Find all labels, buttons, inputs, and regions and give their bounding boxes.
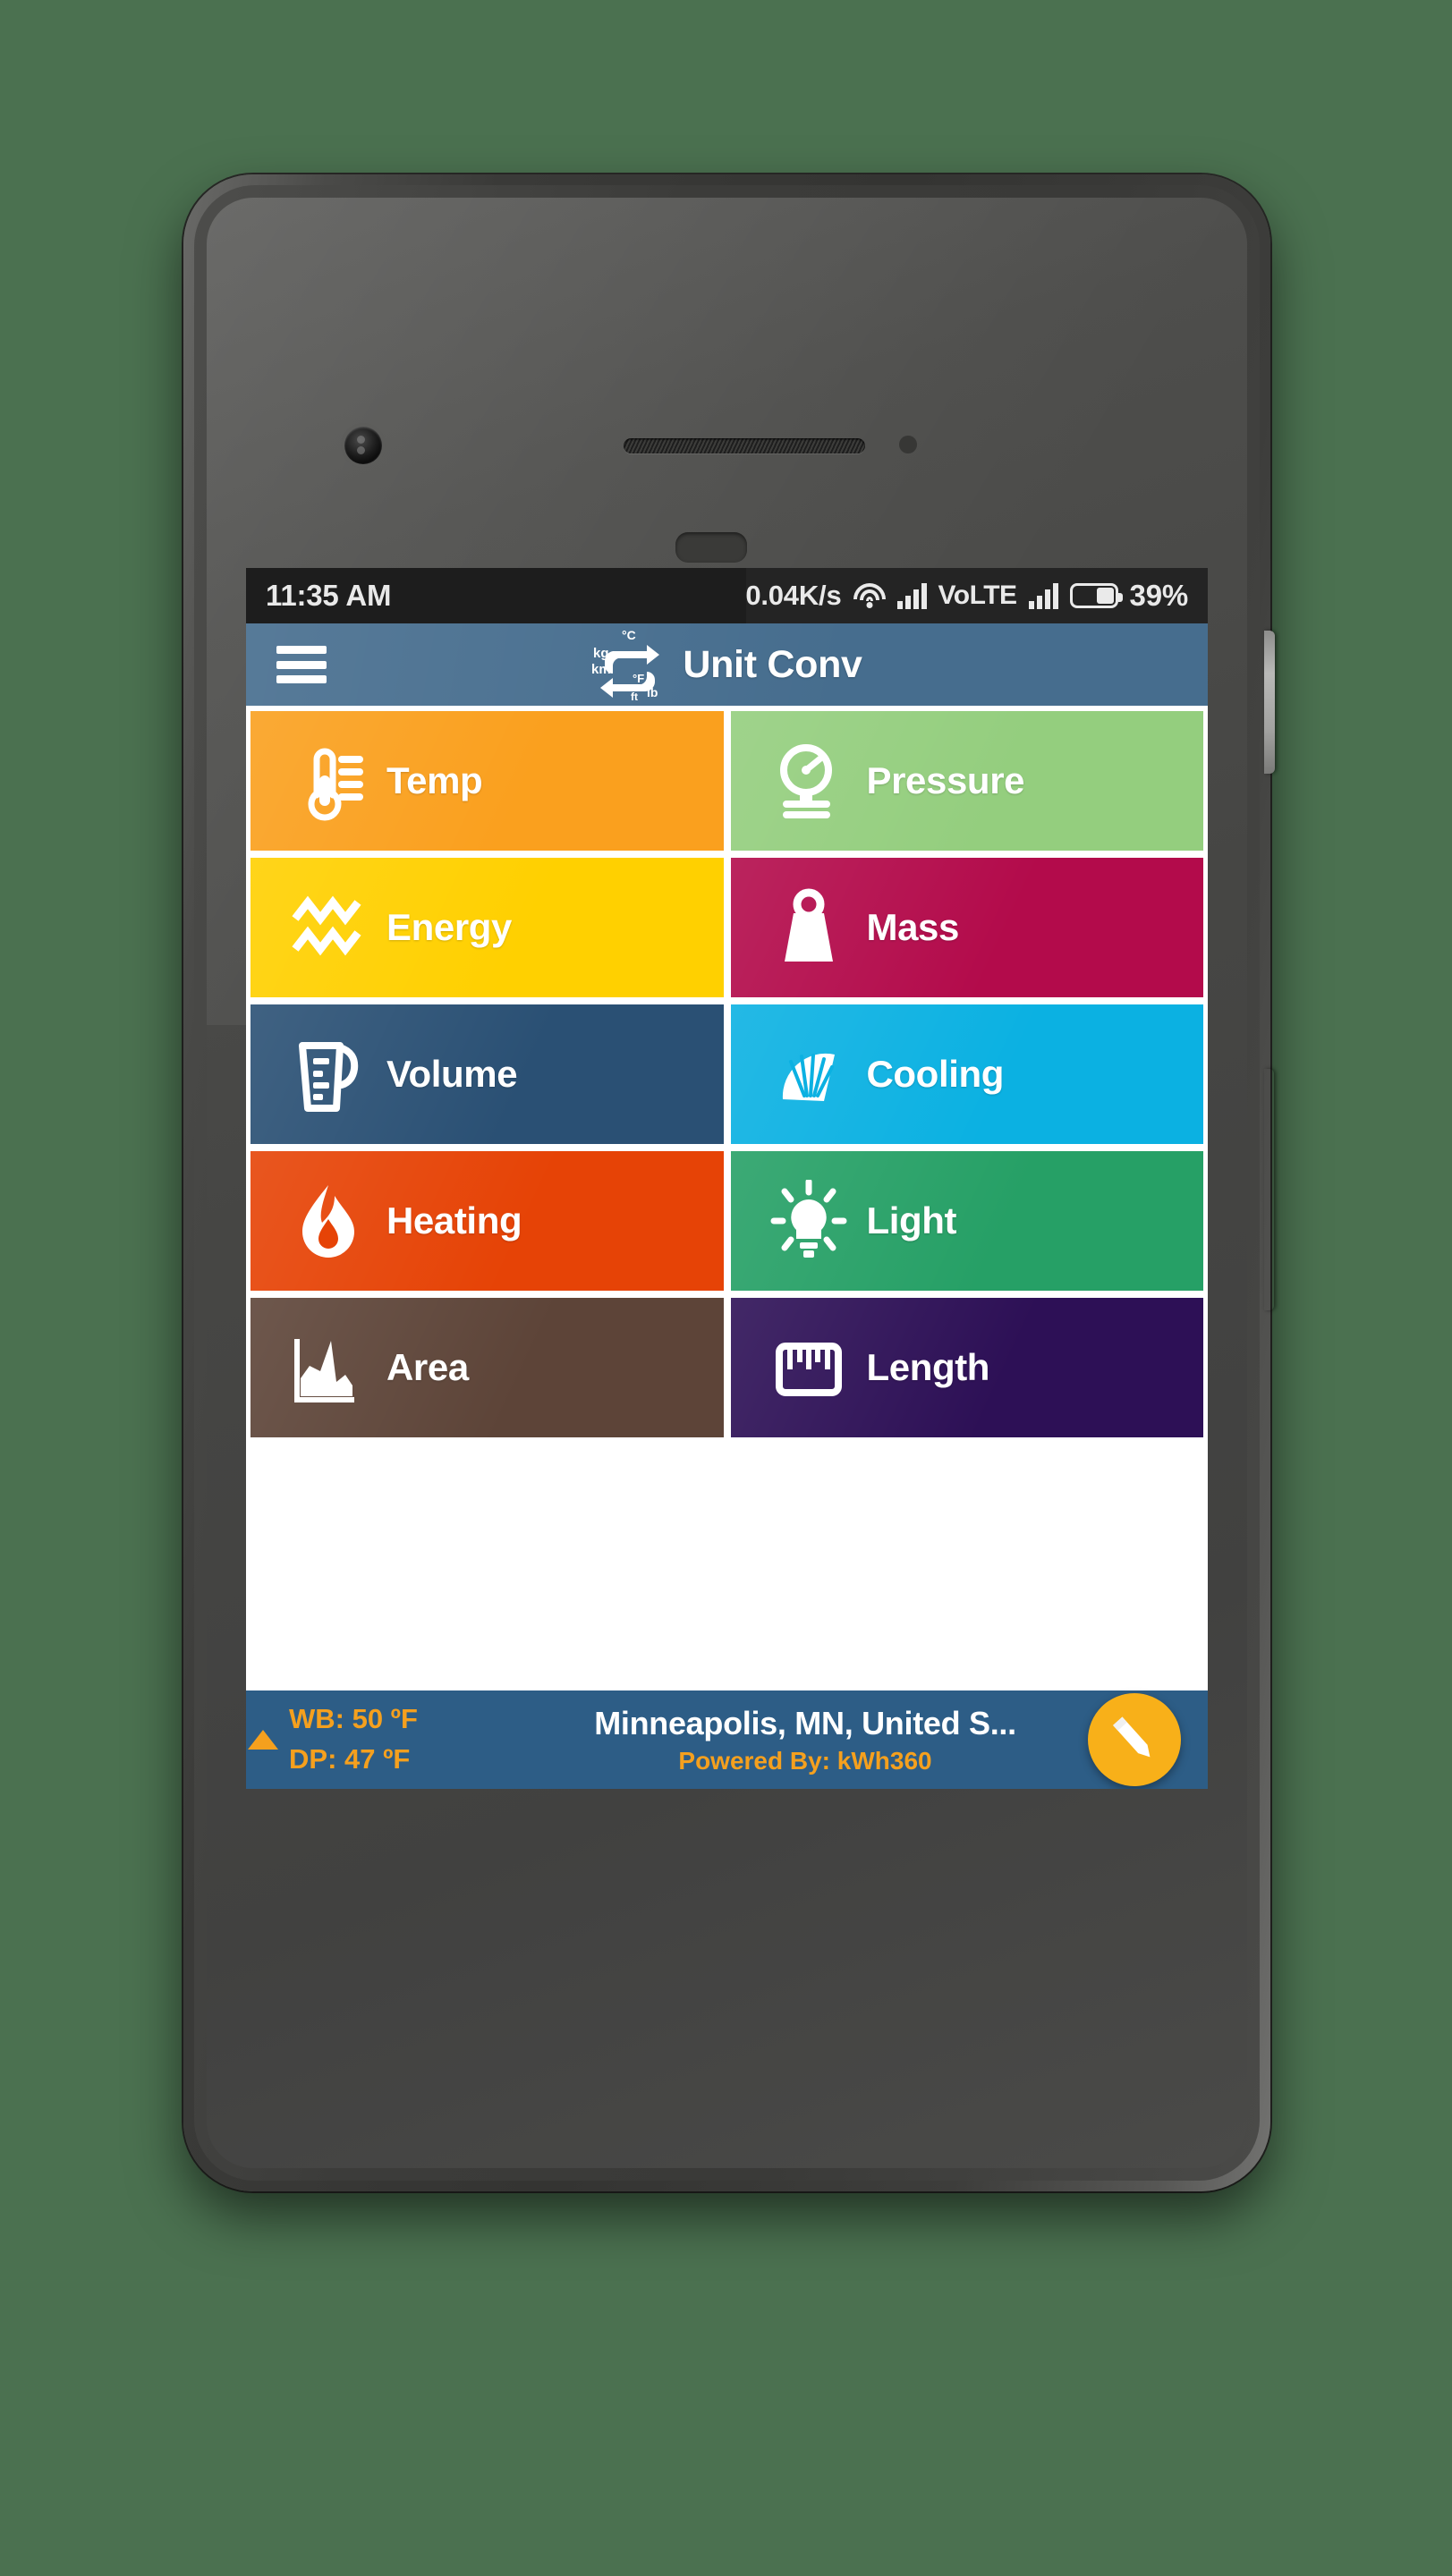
flame-icon bbox=[290, 1180, 367, 1262]
unit-conversion-logo-icon: °C kg km °F lb ft bbox=[591, 627, 668, 703]
status-bar-indicators: 0.04K/s VoLTE 39% bbox=[745, 579, 1188, 613]
status-bar-time: 11:35 AM bbox=[266, 579, 392, 612]
tile-label: Length bbox=[866, 1346, 990, 1388]
edit-pencil-icon[interactable] bbox=[1088, 1693, 1181, 1786]
ruler-icon bbox=[770, 1326, 847, 1409]
tile-label: Light bbox=[866, 1199, 957, 1241]
svg-text:°C: °C bbox=[622, 628, 636, 642]
category-grid: Temp Pressure Energy Mass Volume Cooling… bbox=[246, 706, 1208, 1437]
svg-text:lb: lb bbox=[647, 685, 658, 699]
weather-bar: WB: 50 ºF DP: 47 ºF Minneapolis, MN, Uni… bbox=[246, 1690, 1208, 1789]
phone-screen: 11:35 AM 0.04K/s VoLTE 39% °C kg km °F l… bbox=[246, 568, 1208, 1789]
tile-heating[interactable]: Heating bbox=[250, 1151, 724, 1291]
network-speed-label: 0.04K/s bbox=[745, 580, 842, 611]
fan-icon bbox=[770, 1033, 847, 1115]
volume-rocker[interactable] bbox=[1264, 1069, 1274, 1310]
status-bar: 11:35 AM 0.04K/s VoLTE 39% bbox=[246, 568, 1208, 623]
measuring-cup-icon bbox=[290, 1033, 367, 1115]
powered-by-label: Powered By: kWh360 bbox=[678, 1746, 932, 1775]
tile-mass[interactable]: Mass bbox=[730, 858, 1203, 997]
svg-text:kg: kg bbox=[593, 646, 609, 661]
weather-readings: WB: 50 ºF DP: 47 ºF bbox=[259, 1699, 451, 1780]
volte-label: VoLTE bbox=[938, 580, 1018, 610]
thermometer-icon bbox=[290, 740, 367, 822]
tile-label: Heating bbox=[386, 1199, 522, 1241]
svg-text:ft: ft bbox=[631, 691, 638, 702]
tile-length[interactable]: Length bbox=[730, 1298, 1203, 1437]
tile-label: Pressure bbox=[866, 759, 1025, 801]
battery-percent-label: 39% bbox=[1129, 579, 1189, 612]
svg-text:°F: °F bbox=[633, 672, 644, 685]
tile-pressure[interactable]: Pressure bbox=[730, 711, 1203, 851]
wifi-icon bbox=[853, 583, 886, 608]
wet-bulb-label: WB: 50 ºF bbox=[289, 1703, 418, 1735]
tile-label: Energy bbox=[386, 906, 512, 948]
speaker-icon bbox=[624, 438, 865, 453]
tile-cooling[interactable]: Cooling bbox=[730, 1004, 1203, 1144]
gauge-icon bbox=[770, 740, 847, 822]
power-button[interactable] bbox=[1264, 631, 1275, 774]
app-brand: °C kg km °F lb ft Unit Conv bbox=[246, 623, 1208, 706]
tile-temp[interactable]: Temp bbox=[250, 711, 724, 851]
hamburger-menu-icon[interactable] bbox=[276, 646, 327, 683]
app-bar: °C kg km °F lb ft Unit Conv bbox=[246, 623, 1208, 706]
lightbulb-icon bbox=[770, 1178, 847, 1262]
energy-waves-icon bbox=[290, 886, 367, 969]
weight-icon bbox=[770, 886, 847, 969]
tile-label: Mass bbox=[866, 906, 960, 948]
location-label: Minneapolis, MN, United S... bbox=[594, 1704, 1016, 1741]
area-chart-icon bbox=[290, 1326, 367, 1409]
tile-label: Volume bbox=[386, 1053, 518, 1095]
proximity-sensor-icon bbox=[899, 436, 917, 453]
phone-device: 11:35 AM 0.04K/s VoLTE 39% °C kg km °F l… bbox=[183, 174, 1275, 2191]
tile-label: Temp bbox=[386, 759, 483, 801]
tile-label: Cooling bbox=[866, 1053, 1005, 1095]
page-title: Unit Conv bbox=[683, 642, 862, 686]
tile-area[interactable]: Area bbox=[250, 1298, 724, 1437]
signal-bars-icon bbox=[896, 582, 927, 609]
camera-icon bbox=[344, 427, 382, 464]
tile-label: Area bbox=[386, 1346, 469, 1388]
svg-text:km: km bbox=[591, 662, 611, 677]
battery-icon bbox=[1069, 583, 1123, 608]
home-button[interactable] bbox=[675, 532, 747, 563]
signal-bars-icon-2 bbox=[1028, 582, 1058, 609]
weather-location-block[interactable]: Minneapolis, MN, United S... Powered By:… bbox=[451, 1705, 1195, 1775]
dew-point-label: DP: 47 ºF bbox=[289, 1743, 411, 1775]
tile-energy[interactable]: Energy bbox=[250, 858, 724, 997]
tile-light[interactable]: Light bbox=[730, 1151, 1203, 1291]
tile-volume[interactable]: Volume bbox=[250, 1004, 724, 1144]
